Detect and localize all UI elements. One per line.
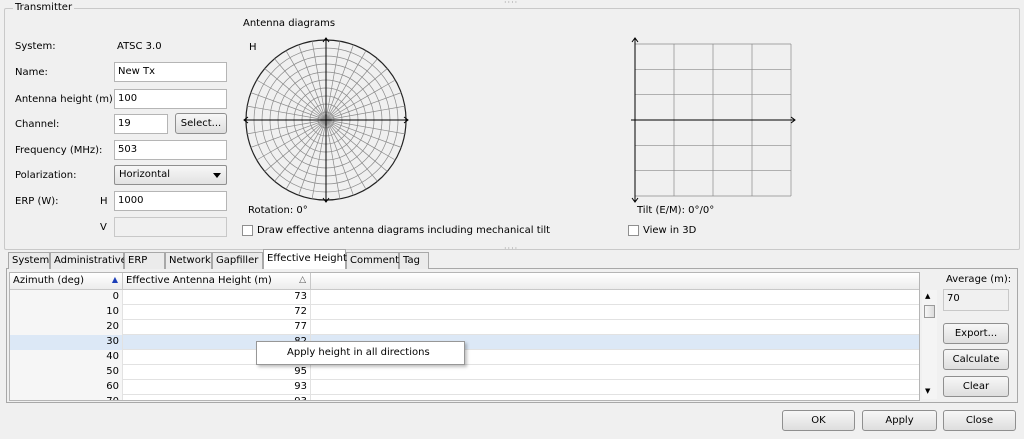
table-row[interactable]: 10 72 (10, 305, 919, 320)
antenna-diagrams-title: Antenna diagrams (243, 18, 336, 29)
azimuth-cell: 50 (10, 365, 123, 380)
tab-comment[interactable]: Comment (346, 252, 399, 269)
azimuth-cell: 70 (10, 395, 123, 400)
scroll-down-icon[interactable]: ▼ (925, 387, 930, 395)
chevron-down-icon (213, 173, 221, 178)
erp-v-label: V (100, 222, 107, 233)
close-button[interactable]: Close (943, 410, 1016, 431)
azimuth-cell: 30 (10, 335, 123, 350)
view-3d-checkbox[interactable] (628, 225, 639, 236)
column-header-effective-height-label: Effective Antenna Height (m) (126, 275, 272, 286)
table-row[interactable]: 50 95 (10, 365, 919, 380)
height-cell[interactable]: 93 (123, 395, 311, 400)
tab-system[interactable]: System (8, 252, 50, 269)
context-menu: Apply height in all directions (256, 341, 465, 365)
scroll-up-icon[interactable]: ▲ (925, 292, 930, 300)
table-scrollbar[interactable]: ▲ ▼ (922, 290, 937, 399)
height-cell[interactable]: 73 (123, 290, 311, 305)
tab-effective-height[interactable]: Effective Height (263, 249, 347, 269)
name-label: Name: (15, 67, 48, 78)
polarization-dropdown[interactable]: Horizontal (114, 165, 227, 185)
average-value: 70 (943, 289, 1009, 311)
clear-button[interactable]: Clear (943, 376, 1009, 397)
azimuth-cell: 40 (10, 350, 123, 365)
system-value: ATSC 3.0 (117, 41, 162, 52)
select-channel-button[interactable]: Select... (175, 113, 227, 134)
tab-erp[interactable]: ERP (124, 252, 165, 269)
vertical-diagram-grid (631, 37, 796, 203)
table-row[interactable]: 20 77 (10, 320, 919, 335)
table-row[interactable]: 70 93 (10, 395, 919, 400)
sort-ascending-icon: ▲ (111, 275, 118, 284)
draw-effective-label: Draw effective antenna diagrams includin… (257, 225, 551, 236)
tab-gapfiller[interactable]: Gapfiller (212, 252, 263, 269)
effective-height-table: Azimuth (deg) ▲ Effective Antenna Height… (9, 272, 920, 401)
azimuth-cell: 60 (10, 380, 123, 395)
erp-vertical-field (114, 217, 227, 237)
horizontal-polar-diagram (243, 37, 409, 203)
table-row[interactable]: 0 73 (10, 290, 919, 305)
table-row[interactable]: 60 93 (10, 380, 919, 395)
top-splitter-grip-icon[interactable]: ···· (504, 0, 518, 7)
height-cell[interactable]: 77 (123, 320, 311, 335)
antenna-height-label: Antenna height (m): (15, 94, 117, 105)
channel-field[interactable]: 19 (114, 114, 168, 134)
apply-button[interactable]: Apply (862, 410, 937, 431)
scrollbar-thumb[interactable] (924, 305, 935, 318)
column-header-effective-height[interactable]: Effective Antenna Height (m) △ (123, 273, 311, 290)
column-header-azimuth-label: Azimuth (deg) (13, 275, 85, 286)
polarization-label: Polarization: (15, 170, 77, 181)
middle-splitter-grip-icon[interactable]: ···· (504, 245, 518, 253)
azimuth-cell: 20 (10, 320, 123, 335)
height-cell[interactable]: 72 (123, 305, 311, 320)
height-cell[interactable]: 95 (123, 365, 311, 380)
transmitter-group-title: Transmitter (13, 2, 75, 13)
frequency-field[interactable]: 503 (114, 140, 227, 160)
height-cell[interactable]: 93 (123, 380, 311, 395)
ok-button[interactable]: OK (782, 410, 855, 431)
system-label: System: (15, 41, 56, 52)
tilt-readout: Tilt (E/M): 0°/0° (637, 205, 715, 216)
antenna-height-field[interactable]: 100 (114, 89, 227, 109)
export-button[interactable]: Export... (943, 323, 1009, 344)
calculate-button[interactable]: Calculate (943, 349, 1009, 370)
apply-height-all-directions-item[interactable]: Apply height in all directions (287, 347, 430, 358)
sort-neutral-icon: △ (299, 275, 306, 285)
azimuth-cell: 0 (10, 290, 123, 305)
tab-network[interactable]: Network (165, 252, 212, 269)
view-3d-label: View in 3D (643, 225, 697, 236)
polarization-value: Horizontal (119, 169, 171, 180)
table-row-selected[interactable]: 30 82 (10, 335, 919, 350)
table-row[interactable]: 40 89 (10, 350, 919, 365)
erp-label: ERP (W): (15, 196, 59, 207)
tab-administrative[interactable]: Administrative (50, 252, 127, 269)
draw-effective-checkbox[interactable] (242, 225, 253, 236)
azimuth-cell: 10 (10, 305, 123, 320)
channel-label: Channel: (15, 119, 60, 130)
erp-h-label: H (100, 196, 108, 207)
average-label: Average (m): (946, 274, 1012, 285)
column-header-filler (311, 273, 919, 290)
name-field[interactable]: New Tx (114, 62, 227, 82)
tab-tag[interactable]: Tag (399, 252, 429, 269)
column-header-azimuth[interactable]: Azimuth (deg) ▲ (10, 273, 123, 290)
frequency-label: Frequency (MHz): (15, 145, 103, 156)
erp-horizontal-field[interactable]: 1000 (114, 191, 227, 211)
rotation-readout: Rotation: 0° (248, 205, 308, 216)
